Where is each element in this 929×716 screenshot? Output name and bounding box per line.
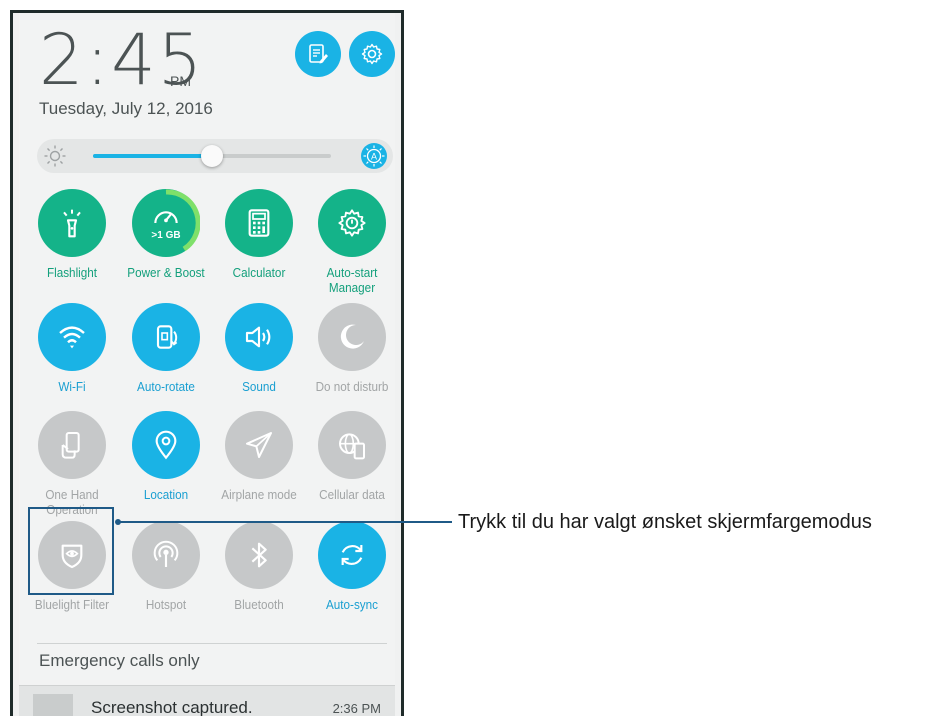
- location-label: Location: [143, 487, 189, 502]
- brightness-slider-fill: [93, 154, 212, 158]
- tile-wi-fi[interactable]: Wi-Fi: [27, 303, 117, 394]
- notification-title: Screenshot captured.: [91, 698, 253, 716]
- wifi-icon: [59, 326, 85, 349]
- calculator-label: Calculator: [232, 265, 286, 280]
- airplane-mode-toggle[interactable]: [225, 411, 293, 479]
- hotspot-icon: [153, 540, 179, 567]
- bluelight-filter-label: Bluelight Filter: [34, 597, 110, 612]
- notification-screenshot[interactable]: Screenshot captured. 2:36 PM: [19, 685, 395, 716]
- tile-calculator[interactable]: Calculator: [214, 189, 304, 280]
- moon-icon: [340, 324, 364, 349]
- auto-brightness-button[interactable]: A: [361, 143, 387, 169]
- auto-rotate-toggle[interactable]: [132, 303, 200, 371]
- wi-fi-label: Wi-Fi: [58, 379, 86, 394]
- power-boost-label: Power & Boost: [127, 265, 205, 280]
- calculator-toggle[interactable]: [225, 189, 293, 257]
- speaker-icon: [245, 326, 271, 348]
- sync-icon: [341, 545, 363, 565]
- tile-flashlight[interactable]: Flashlight: [27, 189, 117, 280]
- wi-fi-toggle[interactable]: [38, 303, 106, 371]
- tile-airplane-mode[interactable]: Airplane mode: [214, 411, 304, 502]
- tile-auto-rotate[interactable]: Auto-rotate: [121, 303, 211, 394]
- location-toggle[interactable]: [132, 411, 200, 479]
- tile-hotspot[interactable]: Hotspot: [121, 521, 211, 612]
- notification-time: 2:36 PM: [332, 701, 381, 716]
- quick-note-button[interactable]: [295, 31, 341, 77]
- cellular-data-label: Cellular data: [319, 487, 385, 502]
- tile-do-not-disturb[interactable]: Do not disturb: [307, 303, 397, 394]
- tile-cellular-data[interactable]: Cellular data: [307, 411, 397, 502]
- flashlight-icon: [63, 209, 81, 238]
- one-hand-operation-toggle[interactable]: [38, 411, 106, 479]
- screenshot-thumbnail-icon: [33, 694, 73, 716]
- airplane-icon: [246, 432, 272, 458]
- rotate-icon: [156, 325, 178, 349]
- power-boost-toggle[interactable]: >1 GB: [132, 189, 200, 257]
- cellular-data-toggle[interactable]: [318, 411, 386, 479]
- flashlight-label: Flashlight: [46, 265, 98, 280]
- boost-ring: [165, 189, 200, 252]
- tile-one-hand-operation[interactable]: One Hand Operation: [27, 411, 117, 517]
- gear-icon: [361, 43, 383, 65]
- phone-screen: 2:45 PM Tuesday, July 12, 2016 A Flashli…: [10, 10, 404, 716]
- brightness-control: A: [37, 139, 393, 173]
- brightness-slider-thumb[interactable]: [201, 145, 223, 167]
- do-not-disturb-toggle[interactable]: [318, 303, 386, 371]
- auto-sync-label: Auto-sync: [325, 597, 379, 612]
- settings-button[interactable]: [349, 31, 395, 77]
- auto-brightness-label: A: [371, 151, 377, 161]
- tile-location[interactable]: Location: [121, 411, 211, 502]
- sound-toggle[interactable]: [225, 303, 293, 371]
- auto-rotate-label: Auto-rotate: [137, 379, 195, 394]
- bluetooth-label: Bluetooth: [234, 597, 284, 612]
- auto-sync-toggle[interactable]: [318, 521, 386, 589]
- airplane-mode-label: Airplane mode: [221, 487, 297, 502]
- auto-start-manager-label: Auto-start Manager: [326, 265, 378, 295]
- globe-phone-icon: [339, 433, 365, 460]
- callout-text: Trykk til du har valgt ønsket skjermfarg…: [458, 511, 872, 533]
- quick-settings-panel: 2:45 PM Tuesday, July 12, 2016 A Flashli…: [19, 13, 395, 716]
- hotspot-toggle[interactable]: [132, 521, 200, 589]
- calculator-icon: [248, 209, 270, 237]
- boost-badge: >1 GB: [151, 230, 181, 241]
- bluelight-filter-highlight: [28, 507, 114, 595]
- clock-date: Tuesday, July 12, 2016: [39, 99, 213, 118]
- tile-sound[interactable]: Sound: [214, 303, 304, 394]
- callout-line: [118, 521, 452, 523]
- tile-auto-sync[interactable]: Auto-sync: [307, 521, 397, 612]
- bluetooth-icon: [251, 542, 267, 568]
- clock-ampm: PM: [170, 73, 191, 89]
- tile-bluetooth[interactable]: Bluetooth: [214, 521, 304, 612]
- tile-auto-start-manager[interactable]: Auto-start Manager: [307, 189, 397, 295]
- emergency-calls-status: Emergency calls only: [39, 651, 200, 670]
- one-hand-icon: [61, 432, 80, 459]
- hotspot-label: Hotspot: [145, 597, 187, 612]
- gear-power-icon: [338, 209, 366, 237]
- flashlight-toggle[interactable]: [38, 189, 106, 257]
- notes-edit-icon: [309, 44, 328, 64]
- do-not-disturb-label: Do not disturb: [315, 379, 389, 394]
- sun-icon: [44, 145, 66, 167]
- auto-start-manager-toggle[interactable]: [318, 189, 386, 257]
- divider: [37, 643, 387, 644]
- tile-power-boost[interactable]: >1 GB Power & Boost: [121, 189, 211, 280]
- auto-brightness-icon: A: [363, 145, 385, 167]
- location-pin-icon: [155, 430, 177, 460]
- bluetooth-toggle[interactable]: [225, 521, 293, 589]
- sound-label: Sound: [242, 379, 276, 394]
